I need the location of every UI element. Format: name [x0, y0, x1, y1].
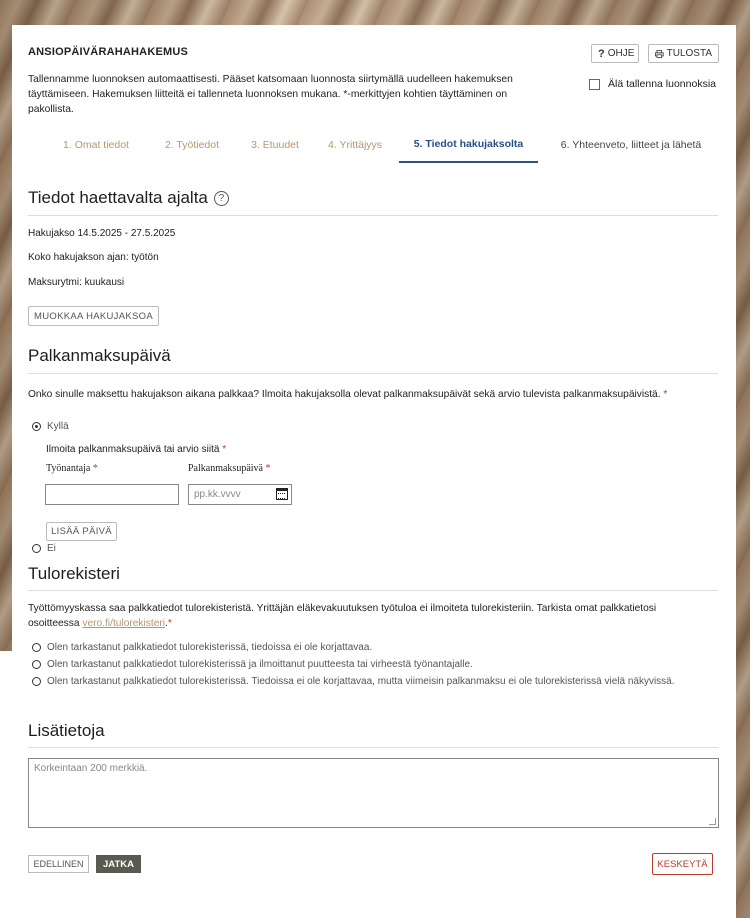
no-save-label: Älä tallenna luonnoksia [608, 78, 716, 90]
tab-etuudet[interactable]: 3. Etuudet [242, 127, 308, 163]
divider [28, 215, 718, 216]
required-mark: * [92, 463, 98, 474]
radio-yes[interactable] [32, 422, 41, 431]
pay-question: Onko sinulle maksettu hakujakson aikana … [28, 387, 668, 402]
pay-date-label-text: Palkanmaksupäivä [188, 463, 263, 474]
help-circle-icon[interactable]: ? [213, 191, 229, 206]
extra-info-placeholder: Korkeintaan 200 merkkiä. [34, 763, 148, 774]
step-tabs: 1. Omat tiedot 2. Työtiedot 3. Etuudet 4… [28, 127, 718, 163]
employer-label-text: Työnantaja [46, 463, 91, 474]
resize-handle[interactable] [709, 818, 716, 825]
radio-no[interactable] [32, 544, 41, 553]
register-option-3[interactable]: Olen tarkastanut palkkatiedot tulorekist… [32, 675, 722, 689]
no-save-checkbox-box[interactable] [589, 78, 600, 90]
required-mark: * [663, 389, 668, 400]
payment-rhythm: Maksurytmi: kuukausi [28, 277, 125, 288]
register-option-2-label: Olen tarkastanut palkkatiedot tulorekist… [47, 659, 473, 670]
register-text: Työttömyyskassa saa palkkatiedot tulorek… [28, 601, 688, 631]
pay-option-yes[interactable]: Kyllä [32, 420, 69, 434]
previous-button[interactable]: EDELLINEN [28, 855, 89, 873]
tab-omat-tiedot[interactable]: 1. Omat tiedot [52, 127, 140, 163]
radio-register-2[interactable] [32, 660, 41, 669]
register-option-3-label: Olen tarkastanut palkkatiedot tulorekist… [47, 676, 675, 687]
pay-date-label: Palkanmaksupäivä * [188, 463, 270, 474]
tab-tiedot-hakujaksolta[interactable]: 5. Tiedot hakujaksolta [399, 127, 538, 163]
print-button[interactable]: TULOSTA [648, 44, 719, 63]
calendar-icon[interactable] [276, 488, 288, 500]
tulorekisteri-link[interactable]: vero.fi/tulorekisteri [82, 618, 165, 629]
extra-info-textarea[interactable]: Korkeintaan 200 merkkiä. [28, 758, 719, 828]
employer-input[interactable] [45, 484, 179, 505]
edit-period-button[interactable]: MUOKKAA HAKUJAKSOA [28, 306, 159, 326]
cancel-button[interactable]: KESKEYTÄ [652, 853, 713, 875]
required-mark: * [265, 463, 271, 474]
print-button-label: TULOSTA [666, 48, 712, 59]
tab-yrittajyys[interactable]: 4. Yrittäjyys [320, 127, 390, 163]
period-heading-text: Tiedot haettavalta ajalta [28, 188, 208, 207]
continue-button[interactable]: JATKA [96, 855, 141, 873]
divider [28, 590, 718, 591]
pay-option-yes-label: Kyllä [47, 421, 69, 432]
divider [28, 747, 718, 748]
radio-register-3[interactable] [32, 677, 41, 686]
pay-option-no-label: Ei [47, 543, 56, 554]
register-option-1[interactable]: Olen tarkastanut palkkatiedot tulorekist… [32, 641, 372, 655]
pay-sub-label: Ilmoita palkanmaksupäivä tai arvio siitä… [46, 444, 226, 455]
extra-heading: Lisätietoja [28, 721, 105, 740]
question-icon: ? [598, 47, 605, 60]
required-mark: * [167, 618, 172, 629]
pay-sub-label-text: Ilmoita palkanmaksupäivä tai arvio siitä [46, 444, 220, 455]
pay-heading: Palkanmaksupäivä [28, 346, 171, 365]
divider [28, 373, 718, 374]
intro-text: Tallennamme luonnoksen automaattisesti. … [28, 74, 513, 115]
radio-register-1[interactable] [32, 643, 41, 652]
period-heading: Tiedot haettavalta ajalta? [28, 188, 229, 208]
no-save-checkbox[interactable]: Älä tallenna luonnoksia [589, 78, 716, 90]
register-heading: Tulorekisteri [28, 564, 120, 583]
printer-icon [655, 49, 664, 58]
period-range: Hakujakso 14.5.2025 - 27.5.2025 [28, 228, 176, 239]
tab-tyotiedot[interactable]: 2. Työtiedot [154, 127, 230, 163]
pay-question-text: Onko sinulle maksettu hakujakson aikana … [28, 389, 661, 400]
employer-label: Työnantaja * [46, 463, 98, 474]
register-option-2[interactable]: Olen tarkastanut palkkatiedot tulorekist… [32, 658, 473, 672]
application-title: ANSIOPÄIVÄRAHAHAKEMUS [28, 46, 189, 58]
pay-date-placeholder: pp.kk.vvvv [194, 489, 241, 500]
required-mark: * [222, 444, 227, 455]
period-status: Koko hakujakson ajan: työtön [28, 252, 159, 263]
pay-option-no[interactable]: Ei [32, 542, 56, 556]
register-option-1-label: Olen tarkastanut palkkatiedot tulorekist… [47, 642, 373, 653]
add-date-button[interactable]: LISÄÄ PÄIVÄ [46, 522, 117, 541]
help-button[interactable]: ? OHJE [591, 44, 639, 63]
tab-yhteenveto[interactable]: 6. Yhteenveto, liitteet ja lähetä [546, 127, 716, 163]
help-button-label: OHJE [607, 48, 635, 59]
